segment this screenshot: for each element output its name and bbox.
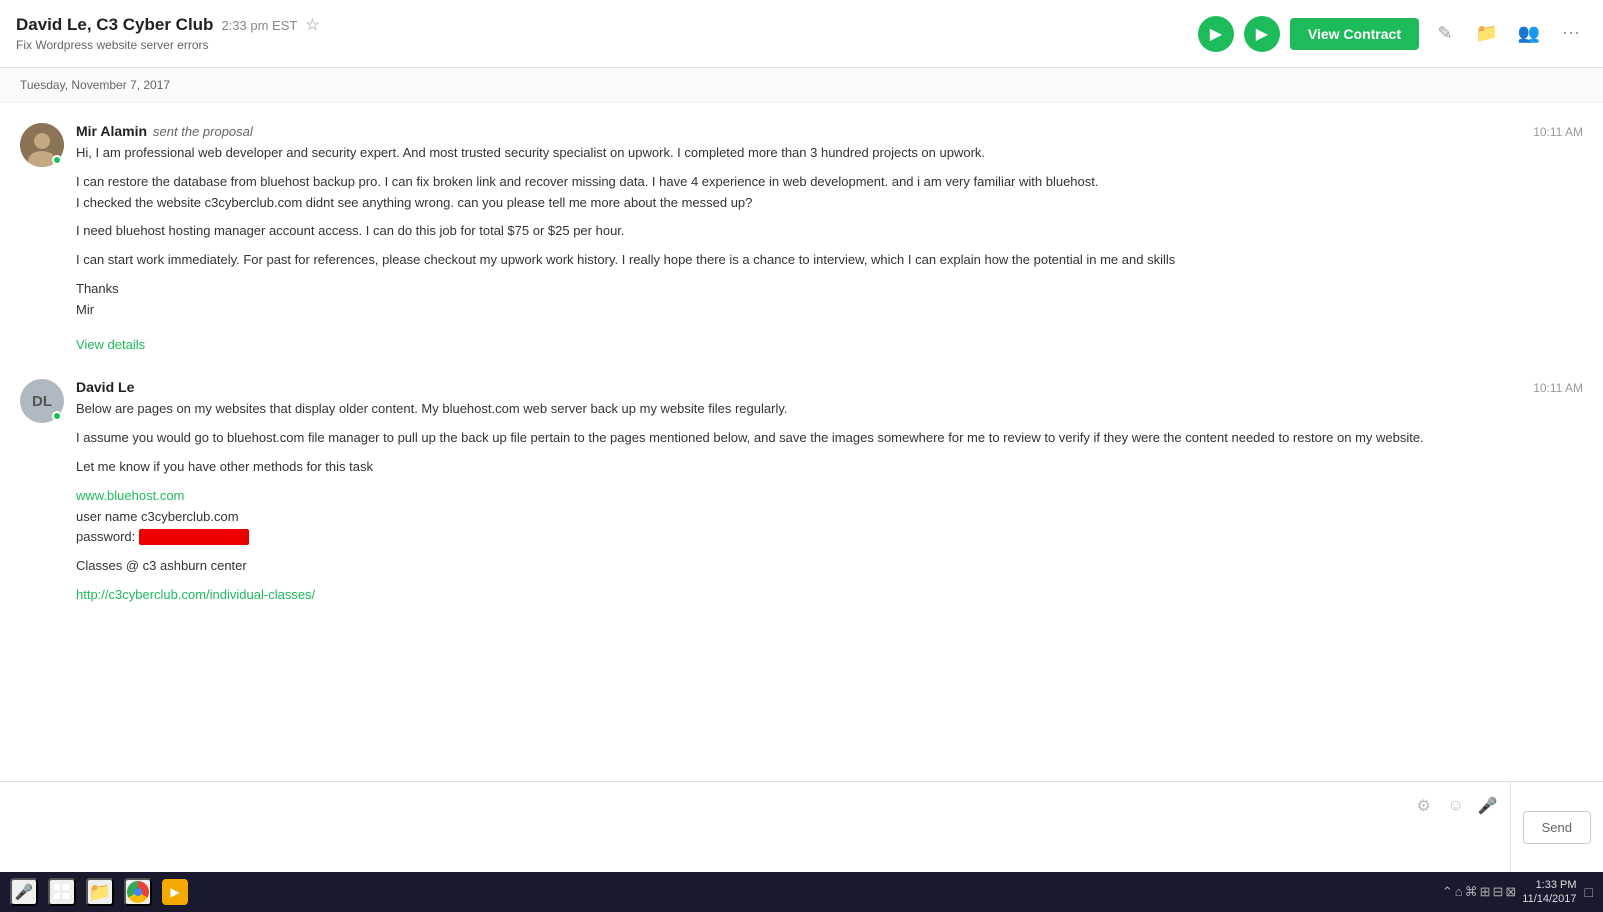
header-title-row: David Le, C3 Cyber Club 2:33 pm EST ☆ (16, 15, 320, 35)
taskbar-chrome[interactable] (124, 878, 152, 906)
emoji-button[interactable]: ☺ (1442, 792, 1470, 820)
gear-icon: ⚙ (1416, 796, 1430, 816)
taskbar: 🎤 📁 ▶ ⌃⌂⌘⊞⊟⊠ 1:33 PM 11/14/2017 □ (0, 872, 1603, 912)
avatar-wrap (20, 123, 64, 167)
message-input[interactable] (0, 782, 1410, 872)
taskbar-app4[interactable]: ▶ (162, 879, 188, 905)
send-button[interactable]: Send (1523, 811, 1591, 844)
classes-link[interactable]: http://c3cyberclub.com/individual-classe… (76, 587, 315, 602)
taskbar-sys-icons: ⌃⌂⌘⊞⊟⊠ (1442, 884, 1518, 900)
gear-icon-button[interactable]: ⚙ (1410, 792, 1438, 820)
bluehost-link[interactable]: www.bluehost.com (76, 488, 184, 503)
more-button[interactable]: ⋯ (1555, 18, 1587, 50)
taskbar-right: ⌃⌂⌘⊞⊟⊠ 1:33 PM 11/14/2017 □ (1442, 878, 1593, 907)
online-indicator (52, 411, 62, 421)
emoji-icon: ☺ (1447, 797, 1463, 815)
team-icon: 👥 (1518, 23, 1540, 44)
mic-icon: 🎤 (15, 883, 34, 901)
taskbar-file-explorer[interactable]: 📁 (86, 878, 114, 906)
team-button[interactable]: 👥 (1513, 18, 1545, 50)
header-right: ▶ ▶ View Contract ✎ 📁 👥 ⋯ (1198, 16, 1587, 52)
sender-name: Mir Alamin (76, 123, 147, 139)
message-time: 10:11 AM (1533, 125, 1583, 139)
edit-icon: ✎ (1437, 23, 1452, 44)
header-time: 2:33 pm EST (221, 18, 297, 33)
password-label: password: (76, 529, 139, 544)
star-icon[interactable]: ☆ (305, 15, 319, 35)
message-time: 10:11 AM (1533, 381, 1583, 395)
mic-icon: 🎤 (1478, 796, 1498, 816)
notification-icon[interactable]: □ (1585, 884, 1593, 900)
online-indicator (52, 155, 62, 165)
taskbar-clock: 1:33 PM 11/14/2017 (1522, 878, 1576, 907)
view-details-link[interactable]: View details (76, 335, 145, 356)
input-area: ⚙ ☺ 🎤 Send (0, 781, 1603, 872)
chrome-icon (127, 881, 149, 903)
message-body: David Le 10:11 AM Below are pages on my … (76, 379, 1583, 605)
messages-area[interactable]: Mir Alamin sent the proposal 10:11 AM Hi… (0, 103, 1603, 781)
app-icon: ▶ (170, 885, 179, 899)
message-header: Mir Alamin sent the proposal 10:11 AM (76, 123, 1583, 139)
windows-icon (54, 884, 70, 900)
view-contract-button[interactable]: View Contract (1290, 18, 1419, 50)
message-header: David Le 10:11 AM (76, 379, 1583, 395)
message-body: Mir Alamin sent the proposal 10:11 AM Hi… (76, 123, 1583, 355)
folder-icon: 📁 (89, 882, 111, 903)
send-column: Send (1510, 782, 1603, 872)
attachment-button[interactable]: 🎤 (1474, 792, 1502, 820)
video-icon: ▶ (1210, 24, 1222, 44)
input-icons: ⚙ ☺ 🎤 (1410, 782, 1510, 872)
folder-icon: 📁 (1476, 23, 1498, 44)
message-row: Mir Alamin sent the proposal 10:11 AM Hi… (20, 123, 1583, 355)
header-left: David Le, C3 Cyber Club 2:33 pm EST ☆ Fi… (16, 15, 320, 52)
more-icon: ⋯ (1562, 23, 1580, 44)
date-separator: Tuesday, November 7, 2017 (0, 68, 1603, 103)
header-subtitle: Fix Wordpress website server errors (16, 38, 320, 52)
message-content: Hi, I am professional web developer and … (76, 143, 1583, 355)
conversation-title: David Le, C3 Cyber Club (16, 15, 213, 35)
edit-button[interactable]: ✎ (1429, 18, 1461, 50)
message-row: DL David Le 10:11 AM Below are pages on … (20, 379, 1583, 605)
avatar-wrap: DL (20, 379, 64, 423)
password-redacted: ●●●●●●●●●●● (139, 529, 249, 545)
taskbar-win-button[interactable] (48, 878, 76, 906)
phone-call-button[interactable]: ▶ (1244, 16, 1280, 52)
taskbar-left: 🎤 📁 ▶ (10, 878, 188, 906)
input-row: ⚙ ☺ 🎤 Send (0, 782, 1603, 872)
phone-icon: ▶ (1256, 24, 1268, 44)
proposal-label: sent the proposal (153, 124, 253, 139)
header: David Le, C3 Cyber Club 2:33 pm EST ☆ Fi… (0, 0, 1603, 68)
taskbar-mic-button[interactable]: 🎤 (10, 878, 38, 906)
username-label: user name c3cyberclub.com (76, 509, 239, 524)
sender-name: David Le (76, 379, 134, 395)
video-call-button[interactable]: ▶ (1198, 16, 1234, 52)
folder-button[interactable]: 📁 (1471, 18, 1503, 50)
message-content: Below are pages on my websites that disp… (76, 399, 1583, 605)
